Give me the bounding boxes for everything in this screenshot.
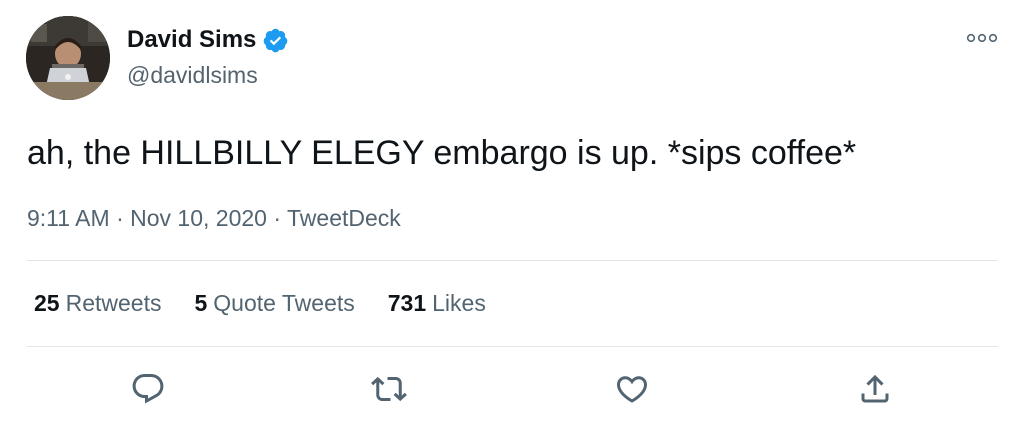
meta-separator: ·	[273, 205, 282, 231]
quote-tweets-count: 5	[194, 290, 208, 316]
share-icon	[861, 374, 889, 403]
likes-count: 731	[387, 290, 427, 316]
quote-tweets-label: Quote Tweets	[213, 290, 355, 316]
tweet-date[interactable]: Nov 10, 2020	[130, 205, 267, 231]
tweet-stats: 25 Retweets 5 Quote Tweets 731 Likes	[34, 290, 519, 317]
quote-tweets-stat[interactable]: 5 Quote Tweets	[194, 290, 354, 317]
author-name[interactable]: David Sims	[127, 26, 256, 54]
tweet-meta: 9:11 AM · Nov 10, 2020 · TweetDeck	[27, 205, 401, 232]
tweet-source[interactable]: TweetDeck	[287, 205, 401, 231]
retweets-stat[interactable]: 25 Retweets	[34, 290, 161, 317]
reply-button[interactable]	[130, 371, 166, 407]
retweet-icon	[371, 376, 407, 402]
like-icon	[616, 376, 648, 403]
retweet-button[interactable]	[371, 371, 407, 407]
verified-badge-icon	[264, 28, 288, 52]
tweet-text: ah, the HILLBILLY ELEGY embargo is up. *…	[27, 134, 857, 172]
avatar[interactable]	[26, 16, 110, 100]
like-button[interactable]	[614, 371, 650, 407]
author-handle[interactable]: @davidlsims	[127, 62, 258, 89]
author-name-row[interactable]: David Sims	[127, 26, 289, 54]
retweets-count: 25	[34, 290, 60, 316]
share-button[interactable]	[857, 371, 893, 407]
divider	[27, 346, 998, 347]
divider	[27, 260, 998, 261]
likes-stat[interactable]: 731 Likes	[388, 290, 486, 317]
avatar-photo	[26, 16, 110, 100]
tweet-time[interactable]: 9:11 AM	[27, 205, 110, 231]
likes-label: Likes	[432, 290, 486, 316]
reply-icon	[132, 374, 164, 404]
retweets-label: Retweets	[65, 290, 162, 316]
more-options-icon[interactable]	[965, 28, 999, 48]
meta-separator: ·	[116, 205, 124, 231]
